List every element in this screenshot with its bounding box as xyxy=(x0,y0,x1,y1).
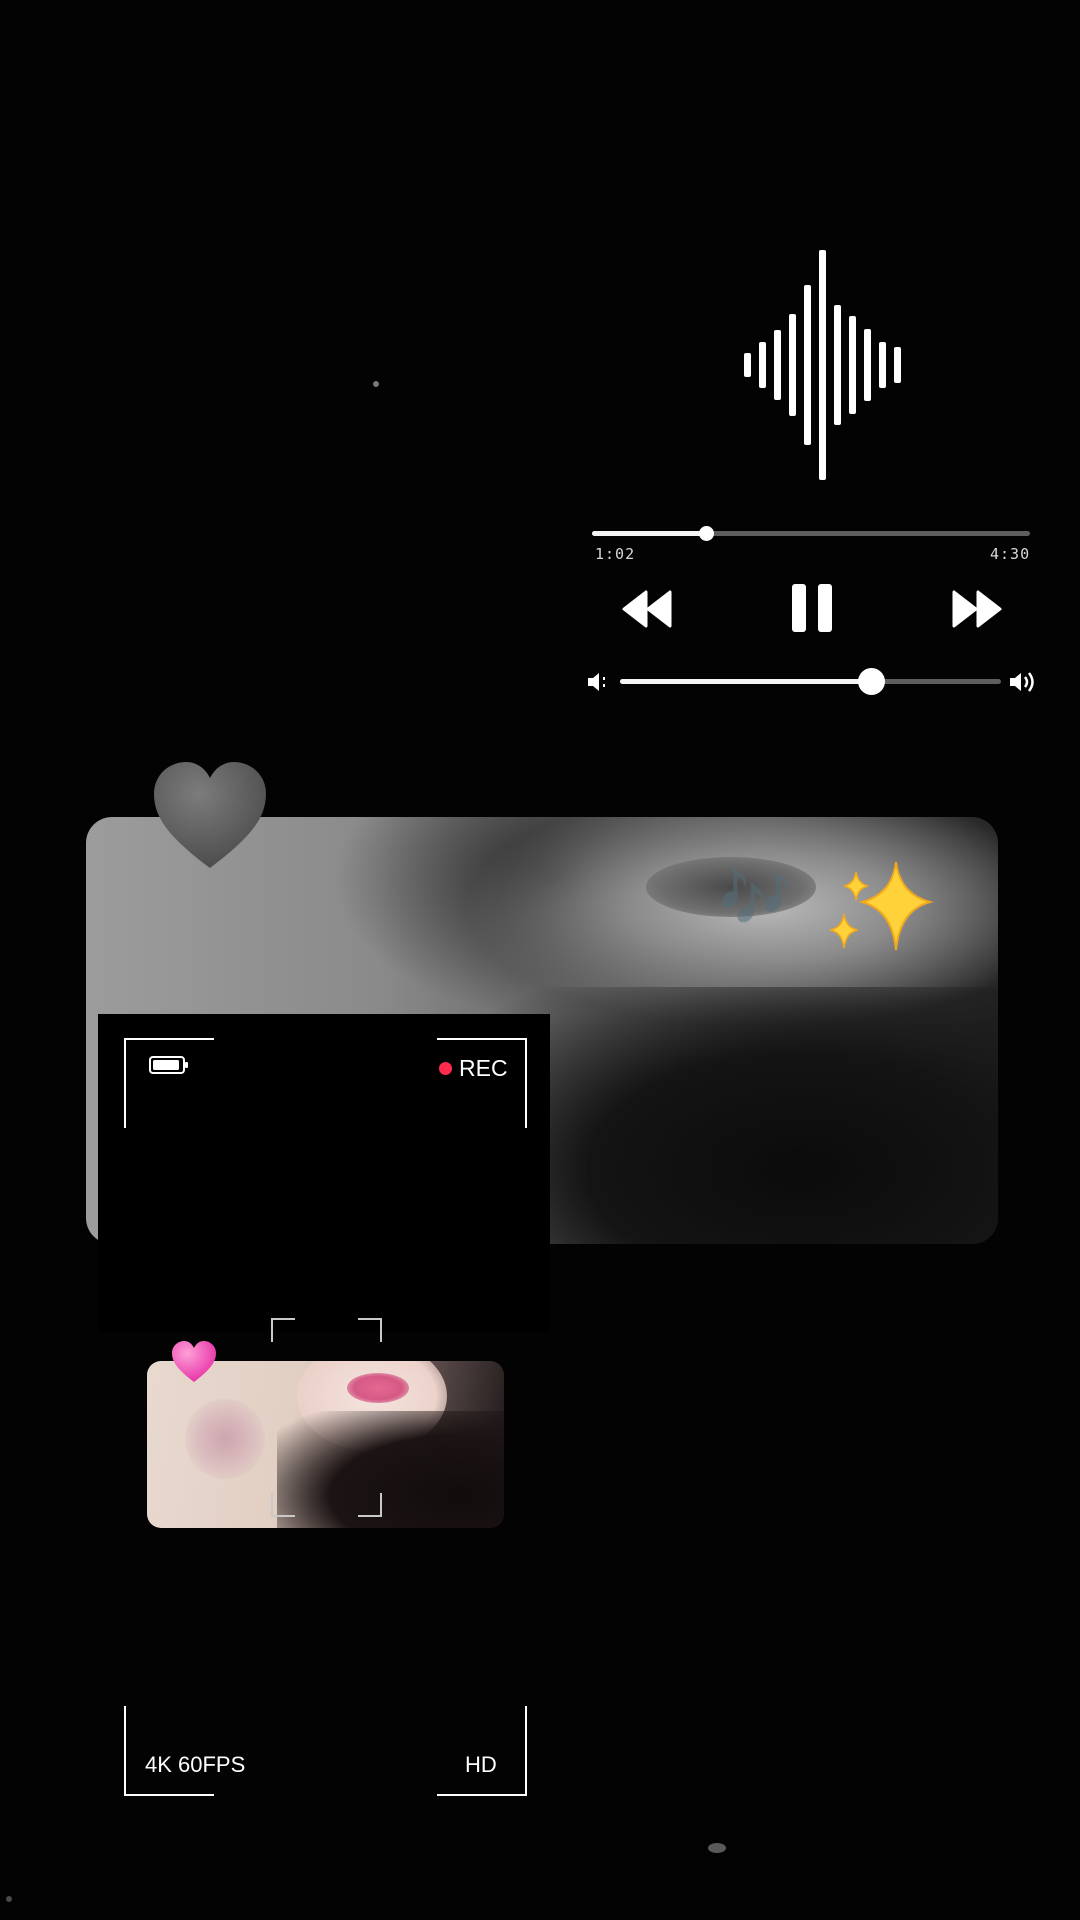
fast-forward-icon xyxy=(952,590,1002,628)
music-notes-emoji: 🎶 xyxy=(718,864,793,931)
waveform-bar xyxy=(774,330,781,400)
focus-corner-top-left xyxy=(271,1318,295,1342)
waveform-bar xyxy=(834,305,841,425)
progress-knob[interactable] xyxy=(698,526,714,541)
viewfinder-corner-top-left xyxy=(124,1038,214,1128)
volume-slider[interactable] xyxy=(620,668,1001,695)
recording-indicator: REC xyxy=(439,1055,508,1082)
waveform-bar xyxy=(849,316,856,414)
total-time: 4:30 xyxy=(990,545,1031,563)
grey-heart-emoji xyxy=(150,760,270,872)
volume-low-icon[interactable] xyxy=(586,670,612,694)
focus-corner-bottom-right xyxy=(358,1493,382,1517)
rewind-button[interactable] xyxy=(622,588,674,630)
viewfinder-corner-top-right xyxy=(437,1038,527,1128)
pink-heart-emoji xyxy=(170,1340,218,1384)
waveform-bar xyxy=(744,353,751,377)
waveform-bar xyxy=(789,314,796,416)
volume-high-icon[interactable] xyxy=(1008,669,1042,695)
small-photo xyxy=(147,1361,504,1528)
progress-bar[interactable] xyxy=(592,526,1030,541)
elapsed-time: 1:02 xyxy=(595,545,636,563)
viewfinder-corner-bottom-left xyxy=(124,1706,214,1796)
focus-corner-bottom-left xyxy=(271,1493,295,1517)
waveform-bar xyxy=(804,285,811,445)
focus-corner-top-right xyxy=(358,1318,382,1342)
waveform-bar xyxy=(759,342,766,388)
pause-button[interactable] xyxy=(790,582,834,634)
video-quality-label: 4K 60FPS xyxy=(145,1752,246,1777)
rewind-icon xyxy=(622,590,672,628)
fast-forward-button[interactable] xyxy=(950,588,1002,630)
volume-fill xyxy=(620,679,872,684)
waveform-bar xyxy=(894,347,901,383)
battery-icon xyxy=(149,1056,189,1074)
waveform-bar xyxy=(879,342,886,388)
rec-label: REC xyxy=(459,1055,508,1081)
viewfinder-corner-bottom-right xyxy=(437,1706,527,1796)
waveform-bar xyxy=(819,250,826,480)
sparkles-emoji xyxy=(826,858,936,958)
sound-waveform-icon xyxy=(740,250,910,485)
record-dot-icon xyxy=(439,1062,452,1075)
hd-label: HD xyxy=(465,1752,497,1777)
progress-fill xyxy=(592,531,706,536)
waveform-bar xyxy=(864,329,871,401)
pause-icon xyxy=(792,584,832,632)
volume-knob[interactable] xyxy=(858,668,886,695)
